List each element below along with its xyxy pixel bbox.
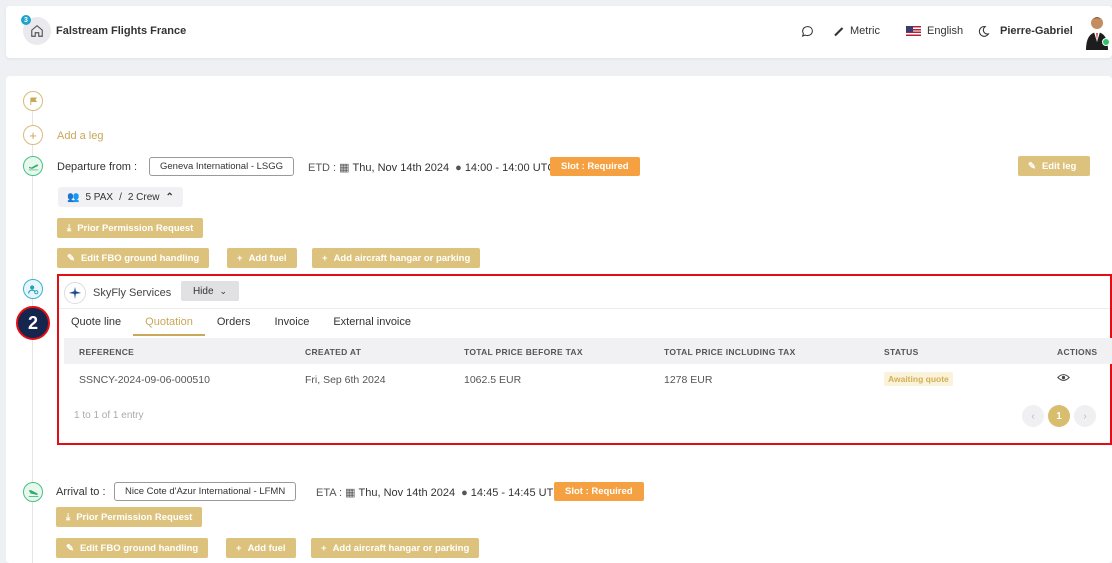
services-panel: SkyFly Services Hide ⌄ Quote line Quotat… xyxy=(57,274,1112,445)
tab-external-invoice[interactable]: External invoice xyxy=(333,316,411,336)
units-toggle[interactable]: Metric xyxy=(832,25,880,37)
column-reference[interactable]: REFERENCE xyxy=(79,347,134,357)
calendar-icon: ▦ xyxy=(345,487,356,499)
arrival-eta: ETA : ▦ Thu, Nov 14th 2024 ● 14:45 - 14:… xyxy=(316,486,562,500)
eye-icon[interactable] xyxy=(1057,373,1070,382)
provider-logo xyxy=(64,282,86,304)
airplane-icon xyxy=(68,286,82,300)
divider xyxy=(59,308,1110,309)
clock-icon: ● xyxy=(455,161,462,174)
itinerary-card: + Add a leg Departure from : Geneva Inte… xyxy=(6,76,1112,563)
tab-quotation[interactable]: Quotation xyxy=(133,316,205,336)
arrival-fuel-button[interactable]: + Add fuel xyxy=(226,538,296,558)
plus-icon: + xyxy=(236,542,242,554)
edit-icon: ✎ xyxy=(67,252,75,264)
column-price-incl-tax[interactable]: TOTAL PRICE INCLUDING TAX xyxy=(664,347,796,357)
services-node xyxy=(23,279,43,299)
departure-fbo-button[interactable]: ✎ Edit FBO ground handling xyxy=(57,248,210,268)
plus-icon: + xyxy=(237,252,243,264)
tab-invoice[interactable]: Invoice xyxy=(274,316,309,336)
services-tabs: Quote line Quotation Orders Invoice Exte… xyxy=(71,316,435,336)
row-price-before-tax: 1062.5 EUR xyxy=(464,374,522,386)
arrival-ppr-button[interactable]: ⤓ Prior Permission Request xyxy=(56,507,203,527)
add-leg-link[interactable]: Add a leg xyxy=(57,130,103,142)
departure-etd: ETD : ▦ Thu, Nov 14th 2024 ● 14:00 - 14:… xyxy=(308,161,556,175)
arrival-slot-badge[interactable]: Slot : Required xyxy=(554,482,644,501)
ruler-icon xyxy=(834,27,844,37)
chevron-up-icon: ⌃ xyxy=(165,191,174,203)
chevron-down-icon: ⌄ xyxy=(219,285,228,296)
top-bar: 3 Falstream Flights France Metric Englis… xyxy=(6,6,1112,58)
row-price-incl-tax: 1278 EUR xyxy=(664,374,713,386)
units-label: Metric xyxy=(850,25,880,37)
next-page-button[interactable]: › xyxy=(1074,405,1096,427)
home-icon xyxy=(31,25,43,37)
flag-node xyxy=(23,91,43,111)
company-name: Falstream Flights France xyxy=(56,25,187,37)
arrival-hangar-button[interactable]: + Add aircraft hangar or parking xyxy=(311,538,480,558)
clock-icon: ● xyxy=(461,486,468,499)
departure-label: Departure from : xyxy=(57,161,138,173)
column-actions: ACTIONS xyxy=(1057,347,1098,357)
user-service-icon xyxy=(27,284,38,294)
notification-badge[interactable]: 3 xyxy=(21,15,31,25)
hide-button[interactable]: Hide ⌄ xyxy=(181,281,239,301)
edit-icon: ✎ xyxy=(1028,160,1036,172)
takeoff-icon xyxy=(28,164,38,170)
add-leg-node[interactable]: + xyxy=(23,125,43,145)
arrival-node xyxy=(23,482,43,502)
landing-icon xyxy=(28,489,38,497)
annotation-marker: 2 xyxy=(16,306,50,340)
edit-leg-button[interactable]: ✎ Edit leg xyxy=(1018,156,1090,176)
column-created-at[interactable]: CREATED AT xyxy=(305,347,361,357)
chevron-right-icon: › xyxy=(1083,410,1087,422)
moon-icon xyxy=(978,26,990,37)
plus-icon: + xyxy=(321,542,327,554)
plus-icon: + xyxy=(322,252,328,264)
departure-ppr-button[interactable]: ⤓ Prior Permission Request xyxy=(57,218,204,238)
table-header: REFERENCE CREATED AT TOTAL PRICE BEFORE … xyxy=(64,338,1112,364)
language-label: English xyxy=(927,25,964,37)
departure-node xyxy=(23,156,43,176)
language-selector[interactable]: English xyxy=(906,25,963,37)
provider-name: SkyFly Services xyxy=(93,287,172,299)
chevron-left-icon: ‹ xyxy=(1031,410,1035,422)
users-icon: 👥 xyxy=(67,191,80,203)
download-icon: ⤓ xyxy=(67,222,72,234)
status-badge: Awaiting quote xyxy=(884,372,953,386)
calendar-icon: ▦ xyxy=(339,162,350,174)
arrival-label: Arrival to : xyxy=(56,486,106,498)
flag-icon xyxy=(29,96,37,105)
tab-orders[interactable]: Orders xyxy=(217,316,251,336)
entries-info: 1 to 1 of 1 entry xyxy=(74,410,144,421)
departure-airport-field[interactable]: Geneva International - LSGG xyxy=(149,157,295,176)
prev-page-button[interactable]: ‹ xyxy=(1022,405,1044,427)
dark-mode-toggle[interactable] xyxy=(977,25,990,38)
arrival-fbo-button[interactable]: ✎ Edit FBO ground handling xyxy=(56,538,209,558)
pax-crew-toggle[interactable]: 👥 5 PAX / 2 Crew ⌃ xyxy=(58,187,183,207)
departure-slot-badge[interactable]: Slot : Required xyxy=(550,157,640,176)
chat-button[interactable] xyxy=(801,25,814,38)
row-reference: SSNCY-2024-09-06-000510 xyxy=(79,374,210,386)
plus-icon: + xyxy=(29,127,37,143)
chat-icon xyxy=(801,26,813,37)
user-name[interactable]: Pierre-Gabriel xyxy=(1000,25,1073,37)
departure-hangar-button[interactable]: + Add aircraft hangar or parking xyxy=(312,248,481,268)
us-flag-icon xyxy=(906,26,921,36)
page-1-button[interactable]: 1 xyxy=(1048,405,1070,427)
download-icon: ⤓ xyxy=(66,511,71,523)
arrival-airport-field[interactable]: Nice Cote d'Azur International - LFMN xyxy=(114,482,297,501)
column-price-before-tax[interactable]: TOTAL PRICE BEFORE TAX xyxy=(464,347,583,357)
tab-quote-line[interactable]: Quote line xyxy=(71,316,121,336)
online-status-dot xyxy=(1102,38,1110,46)
departure-fuel-button[interactable]: + Add fuel xyxy=(227,248,297,268)
column-status[interactable]: STATUS xyxy=(884,347,919,357)
edit-icon: ✎ xyxy=(66,542,74,554)
row-created-at: Fri, Sep 6th 2024 xyxy=(305,374,386,386)
